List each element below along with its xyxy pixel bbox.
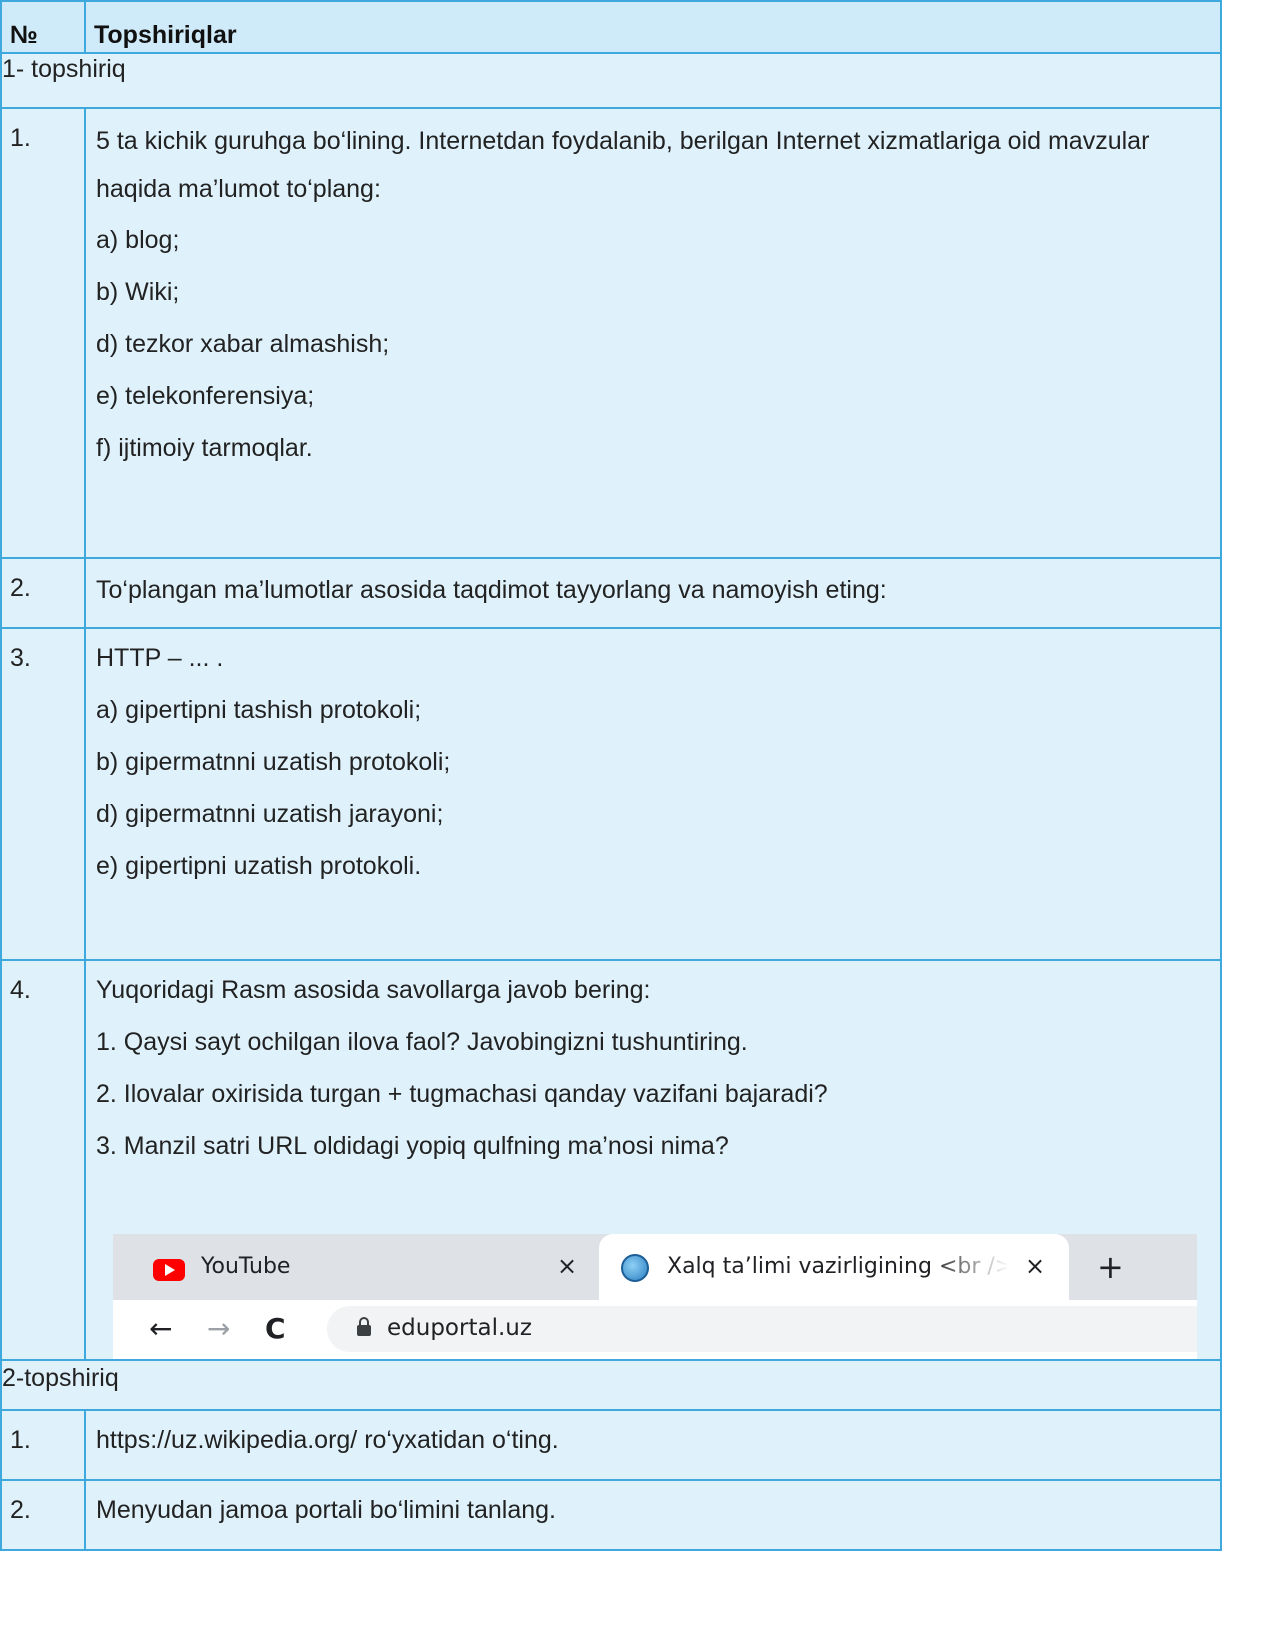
task-option: b) gipermatnni uzatish protokoli; [96,748,451,776]
task-cell: Menyudan jamoa portali bo‘limini tanlang… [84,1479,1222,1551]
task-text: 5 ta kichik guruhga bo‘lining. Internetd… [96,127,1150,203]
group-row: 1- topshiriq [0,52,1222,109]
row-number: 2. [0,557,86,629]
table-row: 2. Menyudan jamoa portali bo‘limini tanl… [0,1479,1222,1551]
task-text: HTTP – ... . [96,644,224,672]
url-text[interactable]: eduportal.uz [387,1315,532,1341]
group-row: 2-topshiriq [0,1359,1222,1411]
close-icon[interactable]: × [557,1252,577,1280]
task-option: a) gipertipni tashish protokoli; [96,696,422,724]
tab-title: YouTube [201,1254,291,1279]
address-bar[interactable]: eduportal.uz [327,1306,1197,1352]
tab-title-fade [929,1234,1009,1300]
tab-strip: YouTube × Xalq ta’limi vazirligining <br… [113,1234,1197,1300]
header-number: № [0,0,86,54]
table-row: 2. To‘plangan ma’lumotlar asosida taqdim… [0,557,1222,629]
browser-toolbar: ← → C eduportal.uz [113,1300,1197,1359]
close-icon[interactable]: × [1025,1252,1045,1280]
row-number: 1. [0,1409,86,1481]
tab-eduportal[interactable]: Xalq ta’limi vazirligining <br /> A × [599,1234,1069,1300]
group-title: 2-topshiriq [0,1359,1222,1411]
task-question: 2. Ilovalar oxirisida turgan + tugmachas… [96,1080,828,1108]
row-number: 4. [0,959,86,1361]
task-question: 1. Qaysi sayt ochilgan ilova faol? Javob… [96,1028,748,1056]
task-option: d) gipermatnni uzatish jarayoni; [96,800,444,828]
task-cell: 5 ta kichik guruhga bo‘lining. Internetd… [84,107,1222,559]
forward-arrow-icon[interactable]: → [207,1312,230,1345]
task-text: Yuqoridagi Rasm asosida savollarga javob… [96,976,651,1004]
youtube-icon [153,1259,185,1281]
lock-icon[interactable] [357,1317,371,1336]
table-row: 3. HTTP – ... . a) gipertipni tashish pr… [0,627,1222,961]
tab-youtube[interactable]: YouTube × [113,1234,593,1300]
task-option: d) tezkor xabar almashish; [96,330,390,358]
task-option: e) telekonferensiya; [96,382,315,410]
back-arrow-icon[interactable]: ← [149,1312,172,1345]
row-number: 1. [0,107,86,559]
task-option: b) Wiki; [96,278,180,306]
globe-icon [621,1254,649,1282]
row-number: 3. [0,627,86,961]
table-header-row: № Topshiriqlar [0,0,1222,54]
group-title: 1- topshiriq [0,52,1222,109]
task-cell: https://uz.wikipedia.org/ ro‘yxatidan o‘… [84,1409,1222,1481]
browser-screenshot: YouTube × Xalq ta’limi vazirligining <br… [113,1234,1197,1359]
task-cell: HTTP – ... . a) gipertipni tashish proto… [84,627,1222,961]
new-tab-button[interactable]: + [1097,1248,1124,1286]
task-text: To‘plangan ma’lumotlar asosida taqdimot … [96,576,887,604]
reload-icon[interactable]: C [265,1312,286,1345]
task-option: e) gipertipni uzatish protokoli. [96,852,422,880]
row-number: 2. [0,1479,86,1551]
table-row: 1. https://uz.wikipedia.org/ ro‘yxatidan… [0,1409,1222,1481]
header-tasks: Topshiriqlar [84,0,1222,54]
task-question: 3. Manzil satri URL oldidagi yopiq qulfn… [96,1132,729,1160]
task-text: https://uz.wikipedia.org/ ro‘yxatidan o‘… [96,1426,559,1454]
task-option: a) blog; [96,226,180,254]
task-cell: To‘plangan ma’lumotlar asosida taqdimot … [84,557,1222,629]
task-text: Menyudan jamoa portali bo‘limini tanlang… [96,1496,556,1524]
task-option: f) ijtimoiy tarmoqlar. [96,434,313,462]
table-row: 1. 5 ta kichik guruhga bo‘lining. Intern… [0,107,1222,559]
